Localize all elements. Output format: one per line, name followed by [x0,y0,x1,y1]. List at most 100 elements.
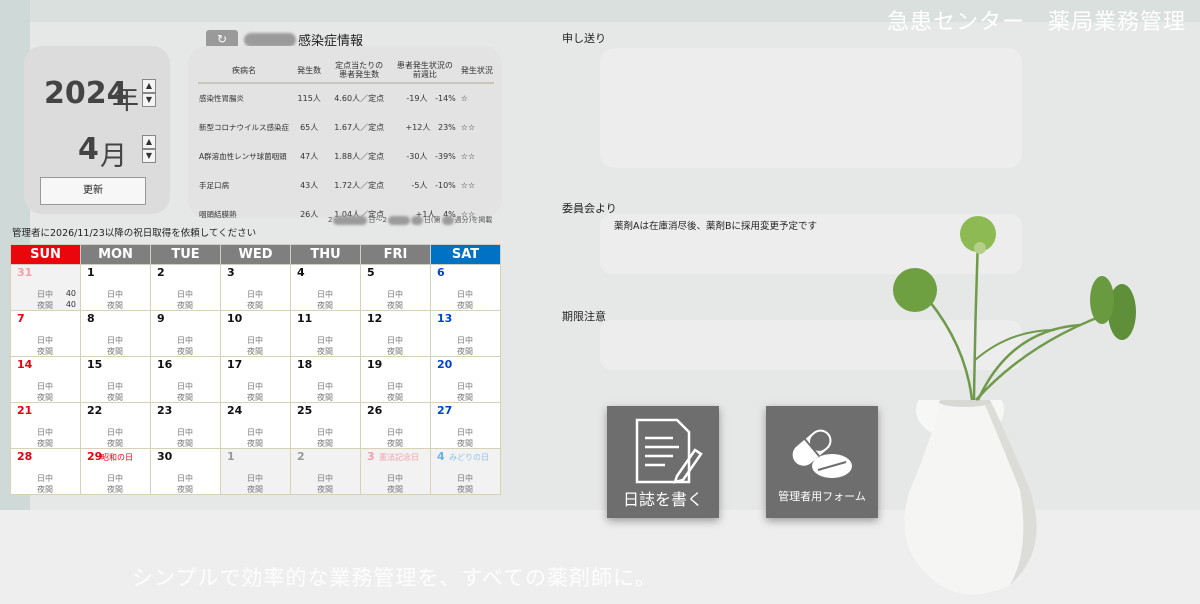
col-weekly: 患者発生状況の 前週比 [390,58,460,84]
shift-night-label: 夜間 [177,301,193,310]
shift-night-label: 夜間 [247,485,263,494]
calendar-day[interactable]: 16 日中 夜間 [150,356,221,403]
calendar-day[interactable]: 27 日中 夜間 [430,402,501,449]
calendar-day[interactable]: 1 日中 夜間 [80,264,151,311]
disease-name: 新型コロナウイルス感染症 [199,123,289,132]
calendar-day[interactable]: 29 昭和の日 日中 夜間 [80,448,151,495]
shift-night-label: 夜間 [317,393,333,402]
diary-button[interactable]: 日誌を書く [607,406,719,518]
day-number: 1 [87,266,95,279]
calendar-day[interactable]: 10 日中 夜間 [220,310,291,357]
year-up-icon[interactable]: ▲ [142,79,156,93]
calendar-day[interactable]: 20 日中 夜間 [430,356,501,403]
shift-day-label: 日中 [37,428,53,437]
holiday-notice: 管理者に2026/11/23以降の祝日取得を依頼してください [12,228,257,239]
shift-day-label: 日中 [457,474,473,483]
shift-night-label: 夜間 [247,393,263,402]
handover-input[interactable] [600,48,1022,168]
shift-night-label: 夜間 [387,347,403,356]
shift-night-label: 夜間 [317,301,333,310]
per-point: 1.67人／定点 [334,123,385,132]
calendar-day[interactable]: 28 日中 夜間 [10,448,81,495]
day-number: 19 [367,358,383,371]
shift-day-label: 日中 [247,474,263,483]
shift-night-label: 夜間 [317,439,333,448]
calendar-day[interactable]: 2 日中 夜間 [290,448,361,495]
holiday-name: みどりの日 [449,453,489,462]
calendar-day[interactable]: 22 日中 夜間 [80,402,151,449]
calendar-day[interactable]: 14 日中 夜間 [10,356,81,403]
col-disease: 疾病名 [198,58,290,84]
infection-panel: 疾病名 発生数 定点当たりの 患者発生数 患者発生状況の 前週比 発生状況 感染… [188,46,502,219]
calendar-day[interactable]: 19 日中 夜間 [360,356,431,403]
calendar-day[interactable]: 13 日中 夜間 [430,310,501,357]
pills-icon [792,429,852,478]
status-stars: ☆☆ [460,181,476,190]
date-selector: 2024 年 ▲ ▼ 4 月 ▲ ▼ 更新 [24,46,170,214]
shift-night-label: 夜間 [457,301,473,310]
day-number: 3 [367,450,375,463]
calendar-day[interactable]: 9 日中 夜間 [150,310,221,357]
calendar-day[interactable]: 1 日中 夜間 [220,448,291,495]
calendar-day[interactable]: 30 日中 夜間 [150,448,221,495]
month-up-icon[interactable]: ▲ [142,135,156,149]
shift-day-label: 日中 [457,382,473,391]
calendar-day[interactable]: 18 日中 夜間 [290,356,361,403]
update-button[interactable]: 更新 [40,177,146,205]
calendar-day[interactable]: 7 日中 夜間 [10,310,81,357]
calendar-day[interactable]: 6 日中 夜間 [430,264,501,311]
day-number: 27 [437,404,453,417]
calendar-day[interactable]: 21 日中 夜間 [10,402,81,449]
col-per-point: 定点当たりの 患者発生数 [328,58,391,84]
calendar-day[interactable]: 4 みどりの日 日中 夜間 [430,448,501,495]
day-number: 2 [157,266,165,279]
shift-day-label: 日中 [317,474,333,483]
shift-night-label: 夜間 [37,393,53,402]
calendar-day[interactable]: 31 日中 夜間 40 40 [10,264,81,311]
shift-night-label: 夜間 [387,485,403,494]
day-number: 26 [367,404,383,417]
shift-night-label: 夜間 [37,301,53,310]
calendar-day[interactable]: 25 日中 夜間 [290,402,361,449]
day-number: 5 [367,266,375,279]
calendar-day[interactable]: 12 日中 夜間 [360,310,431,357]
diary-label: 日誌を書く [622,490,703,509]
calendar-day[interactable]: 4 日中 夜間 [290,264,361,311]
admin-form-label: 管理者用フォーム [778,490,866,503]
shift-day-label: 日中 [37,474,53,483]
shift-night-label: 夜間 [37,439,53,448]
calendar-day[interactable]: 3 憲法記念日 日中 夜間 [360,448,431,495]
status-stars: ☆ [460,94,468,103]
calendar-day[interactable]: 8 日中 夜間 [80,310,151,357]
day-number: 17 [227,358,243,371]
calendar-day[interactable]: 17 日中 夜間 [220,356,291,403]
day-number: 14 [17,358,33,371]
calendar-day[interactable]: 3 日中 夜間 [220,264,291,311]
calendar-day[interactable]: 26 日中 夜間 [360,402,431,449]
day-number: 13 [437,312,453,325]
day-count: 40 [65,289,76,298]
day-number: 2 [297,450,305,463]
per-point: 4.60人／定点 [334,94,385,103]
calendar-day[interactable]: 24 日中 夜間 [220,402,291,449]
redacted-region [441,215,454,225]
case-count: 43人 [300,181,319,190]
calendar-day[interactable]: 23 日中 夜間 [150,402,221,449]
per-point: 1.88人／定点 [334,152,385,161]
case-count: 47人 [300,152,319,161]
calendar-day[interactable]: 11 日中 夜間 [290,310,361,357]
shift-night-label: 夜間 [107,439,123,448]
year-down-icon[interactable]: ▼ [142,93,156,107]
day-number: 28 [17,450,33,463]
calendar-day[interactable]: 15 日中 夜間 [80,356,151,403]
admin-form-button[interactable]: 管理者用フォーム [766,406,878,518]
calendar-day[interactable]: 5 日中 夜間 [360,264,431,311]
status-stars: ☆☆ [460,123,476,132]
col-status: 発生状況 [459,58,494,84]
calendar-day[interactable]: 2 日中 夜間 [150,264,221,311]
month-down-icon[interactable]: ▼ [142,149,156,163]
holiday-name: 昭和の日 [101,453,133,462]
weekday-header: WED [220,244,291,265]
weekly-diff: -19人 -14% [406,94,456,103]
shift-day-label: 日中 [107,290,123,299]
